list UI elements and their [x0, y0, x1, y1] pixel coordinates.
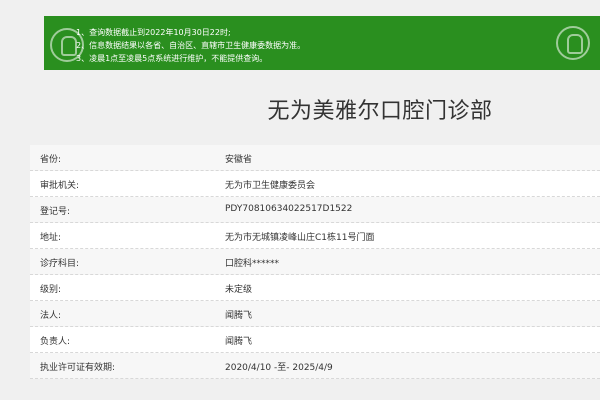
info-table: 省份: 安徽省 审批机关: 无为市卫生健康委员会 登记号: PDY7081063…	[30, 145, 600, 379]
row-label: 审批机关:	[40, 181, 80, 191]
page-title: 无为美雅尔口腔门诊部	[267, 99, 493, 124]
notice-banner: 1、查询数据截止到2022年10月30日22时; 2、信息数据结果以各省、自治区…	[44, 16, 600, 70]
table-row-legal-person: 法人: 闻腾飞	[30, 301, 600, 327]
table-row-level: 级别: 未定级	[30, 275, 600, 301]
row-label: 级别:	[40, 285, 62, 295]
row-label: 诊疗科目:	[40, 259, 80, 269]
row-label: 登记号:	[40, 207, 71, 217]
row-value: PDY70810634022517D1522	[225, 204, 353, 214]
row-label: 法人:	[40, 311, 62, 321]
table-row-license-validity: 执业许可证有效期: 2020/4/10 -至- 2025/4/9	[30, 353, 600, 379]
table-row-authority: 审批机关: 无为市卫生健康委员会	[30, 171, 600, 197]
table-row-departments: 诊疗科目: 口腔科******	[30, 249, 600, 275]
row-value: 2020/4/10 -至- 2025/4/9	[225, 363, 333, 373]
table-row-registration: 登记号: PDY70810634022517D1522	[30, 197, 600, 223]
row-value: 口腔科******	[225, 259, 280, 269]
tooth-logo-watermark-icon	[556, 26, 590, 60]
table-row-person-in-charge: 负责人: 闻腾飞	[30, 327, 600, 353]
notice-line-2: 2、信息数据结果以各省、自治区、直辖市卫生健康委数据为准。	[76, 41, 306, 50]
row-value: 安徽省	[225, 155, 253, 165]
row-label: 执业许可证有效期:	[40, 363, 116, 373]
page: 1、查询数据截止到2022年10月30日22时; 2、信息数据结果以各省、自治区…	[0, 0, 600, 400]
row-value: 未定级	[225, 285, 253, 295]
row-value: 无为市无城镇凌峰山庄C1栋11号门面	[225, 233, 375, 243]
table-row-address: 地址: 无为市无城镇凌峰山庄C1栋11号门面	[30, 223, 600, 249]
tooth-logo-watermark-icon	[50, 28, 84, 62]
notice-line-1: 1、查询数据截止到2022年10月30日22时;	[76, 28, 231, 37]
notice-line-3: 3、凌晨1点至凌晨5点系统进行维护，不能提供查询。	[76, 54, 268, 63]
row-label: 地址:	[40, 233, 62, 243]
table-row-province: 省份: 安徽省	[30, 145, 600, 171]
row-value: 闻腾飞	[225, 337, 253, 347]
row-label: 省份:	[40, 155, 62, 165]
row-label: 负责人:	[40, 337, 71, 347]
row-value: 闻腾飞	[225, 311, 253, 321]
row-value: 无为市卫生健康委员会	[225, 181, 316, 191]
title-area: 无为美雅尔口腔门诊部	[0, 88, 600, 128]
